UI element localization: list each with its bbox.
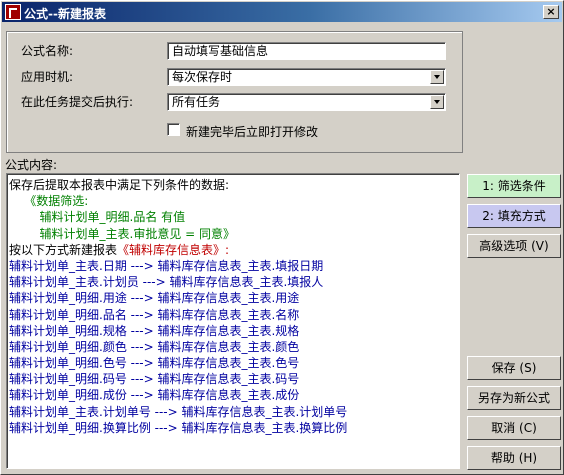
formula-line: 辅料计划单_明细.成份 ---> 辅料库存信息表_主表.成份 [9, 387, 457, 403]
task-value: 所有任务 [172, 95, 221, 109]
formula-line-text: 保存后提取本报表中满足下列条件的数据: [9, 178, 230, 192]
formula-line-text: 辅料计划单_明细.码号 ---> 辅料库存信息表_主表.码号 [9, 372, 300, 387]
formula-name-input[interactable]: 自动填写基础信息 [167, 42, 446, 60]
formula-line: 《数据筛选: [9, 193, 457, 209]
formula-line: 辅料计划单_主表.计划单号 ---> 辅料库存信息表_主表.计划单号 [9, 404, 457, 420]
formula-line: 保存后提取本报表中满足下列条件的数据: [9, 177, 457, 193]
save-as-new-button[interactable]: 另存为新公式 [467, 386, 561, 410]
formula-line-text: 辅料计划单_明细.颜色 ---> 辅料库存信息表_主表.颜色 [9, 339, 300, 354]
open-after-checkbox[interactable] [167, 123, 180, 136]
task-select[interactable]: 所有任务 [167, 93, 446, 111]
formula-line-text: 辅料计划单_明细.品名 ---> 辅料库存信息表_主表.名称 [9, 307, 300, 322]
save-button[interactable]: 保存 (S) [467, 356, 561, 380]
window-title: 公式--新建报表 [24, 7, 106, 21]
formula-line: 辅料计划单_明细.品名 ---> 辅料库存信息表_主表.名称 [9, 307, 457, 323]
formula-line-text: 按以下方式新建报表 [9, 242, 118, 257]
chevron-down-icon[interactable] [430, 95, 444, 109]
close-button[interactable]: × [543, 5, 559, 19]
formula-line: 辅料计划单_明细.品名 有值 [9, 209, 457, 225]
formula-line: 按以下方式新建报表《辅料库存信息表》: [9, 242, 457, 258]
title-bar[interactable]: 公式--新建报表 × [2, 2, 562, 22]
formula-line-text: 辅料计划单_明细.品名 有值 [9, 210, 186, 225]
timing-value: 每次保存时 [172, 70, 233, 84]
formula-line: 辅料计划单_明细.换算比例 ---> 辅料库存信息表_主表.换算比例 [9, 420, 457, 436]
filter-conditions-button[interactable]: 1: 筛选条件 [467, 174, 561, 198]
formula-line-target: 《辅料库存信息表》: [117, 242, 230, 257]
advanced-options-button[interactable]: 高级选项 (V) [467, 234, 561, 258]
formula-line: 辅料计划单_明细.码号 ---> 辅料库存信息表_主表.码号 [9, 371, 457, 387]
chevron-down-icon[interactable] [430, 70, 444, 84]
formula-line: 辅料计划单_明细.规格 ---> 辅料库存信息表_主表.规格 [9, 323, 457, 339]
formula-line-text: 辅料计划单_明细.用途 ---> 辅料库存信息表_主表.用途 [9, 291, 300, 306]
formula-content-editor[interactable]: 保存后提取本报表中满足下列条件的数据: 《数据筛选: 辅料计划单_明细.品名 有… [6, 173, 460, 469]
content-label: 公式内容: [5, 158, 58, 172]
formula-line-text: 辅料计划单_主表.计划员 ---> 辅料库存信息表_主表.填报人 [9, 275, 324, 290]
app-icon [5, 4, 21, 20]
formula-line-text: 辅料计划单_明细.成份 ---> 辅料库存信息表_主表.成份 [9, 388, 300, 403]
formula-line-text: 辅料计划单_明细.换算比例 ---> 辅料库存信息表_主表.换算比例 [9, 420, 348, 435]
formula-line: 辅料计划单_主表.计划员 ---> 辅料库存信息表_主表.填报人 [9, 274, 457, 290]
formula-line-text: 《数据筛选: [9, 194, 89, 209]
formula-line: 辅料计划单_明细.颜色 ---> 辅料库存信息表_主表.颜色 [9, 339, 457, 355]
cancel-button[interactable]: 取消 (C) [467, 416, 561, 440]
formula-line: 辅料计划单_主表.审批意见 = 同意》 [9, 226, 457, 242]
formula-name-label: 公式名称: [21, 44, 74, 58]
formula-line-text: 辅料计划单_主表.日期 ---> 辅料库存信息表_主表.填报日期 [9, 258, 324, 273]
timing-select[interactable]: 每次保存时 [167, 68, 446, 86]
timing-label: 应用时机: [21, 70, 74, 84]
formula-dialog: 公式--新建报表 × 公式名称: 自动填写基础信息 应用时机: 每次保存时 在此… [0, 0, 564, 475]
formula-line-text: 辅料计划单_主表.审批意见 = 同意》 [9, 226, 236, 241]
help-button[interactable]: 帮助 (H) [467, 446, 561, 470]
formula-line-text: 辅料计划单_主表.计划单号 ---> 辅料库存信息表_主表.计划单号 [9, 404, 348, 419]
open-after-label: 新建完毕后立即打开修改 [186, 125, 319, 139]
formula-line: 辅料计划单_明细.色号 ---> 辅料库存信息表_主表.色号 [9, 355, 457, 371]
formula-line-text: 辅料计划单_明细.规格 ---> 辅料库存信息表_主表.规格 [9, 323, 300, 338]
formula-line: 辅料计划单_明细.用途 ---> 辅料库存信息表_主表.用途 [9, 290, 457, 306]
fill-method-button[interactable]: 2: 填充方式 [467, 204, 561, 228]
task-label: 在此任务提交后执行: [21, 95, 134, 109]
formula-line: 辅料计划单_主表.日期 ---> 辅料库存信息表_主表.填报日期 [9, 258, 457, 274]
formula-line-text: 辅料计划单_明细.色号 ---> 辅料库存信息表_主表.色号 [9, 356, 300, 371]
